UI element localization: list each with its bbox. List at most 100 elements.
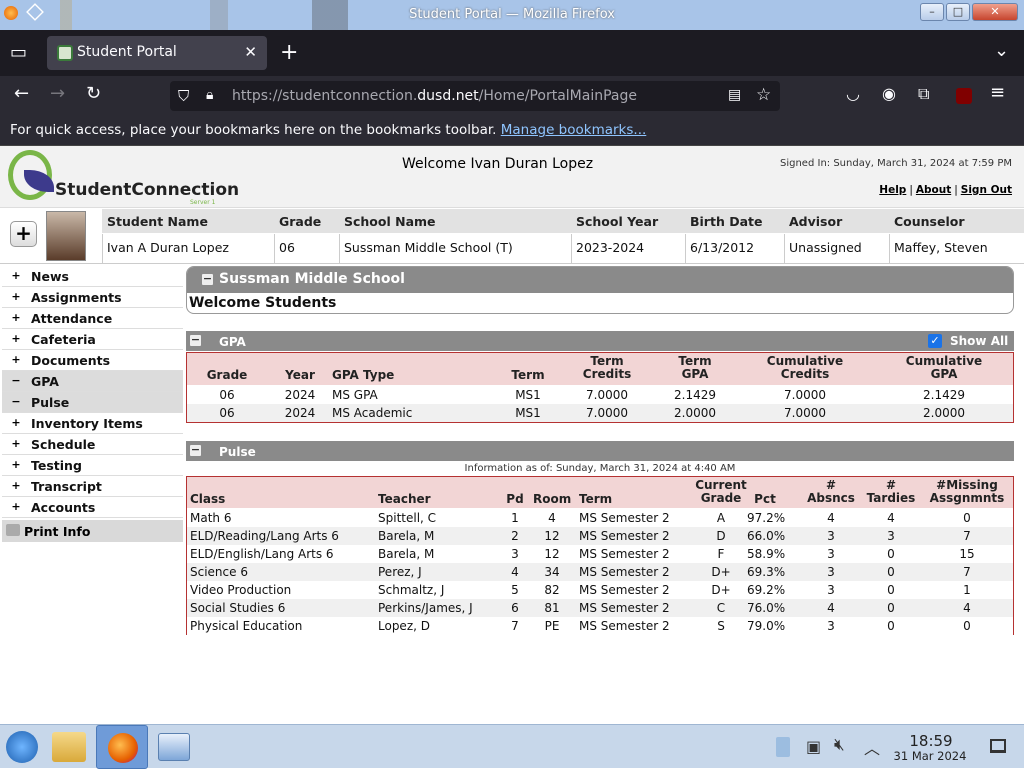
birth-date: 6/13/2012: [690, 240, 755, 255]
taskbar-firefox[interactable]: [96, 725, 148, 769]
nav-item-accounts[interactable]: + Accounts: [2, 497, 183, 518]
tab-label: Student Portal: [77, 44, 177, 60]
nav-item-testing[interactable]: + Testing: [2, 455, 183, 476]
tray-expand-icon[interactable]: ︿: [864, 735, 880, 759]
gpa-cell: 7.0000: [586, 406, 628, 420]
ublock-icon[interactable]: [956, 88, 972, 104]
pulse-cell: MS Semester 2: [579, 511, 670, 525]
nav-label: Schedule: [31, 437, 96, 452]
pulse-cell: Perkins/James, J: [378, 601, 473, 615]
pulse-cell: C: [716, 601, 726, 615]
nav-item-pulse[interactable]: − Pulse: [2, 392, 183, 413]
nav-item-assignments[interactable]: + Assignments: [2, 287, 183, 308]
collapse-gpa-icon[interactable]: −: [190, 334, 201, 346]
pulse-cell: 97.2%: [747, 511, 786, 525]
gpa-cell: 7.0000: [784, 388, 826, 402]
about-link[interactable]: About: [916, 184, 951, 196]
start-menu-icon[interactable]: [6, 731, 38, 763]
gpa-th: Year: [285, 368, 315, 382]
lock-icon[interactable]: 🔒︎: [206, 87, 213, 103]
col-school-name: School Name: [344, 214, 436, 229]
nav-item-schedule[interactable]: + Schedule: [2, 434, 183, 455]
collapse-pulse-icon[interactable]: −: [190, 444, 201, 456]
nav-item-news[interactable]: + News: [2, 266, 183, 287]
close-tab-icon[interactable]: ✕: [244, 43, 257, 61]
counselor: Maffey, Steven: [894, 240, 988, 255]
pulse-row: Physical Education Lopez, D 7 PE MS Semester…: [187, 617, 1013, 635]
pulse-cell: 58.9%: [747, 547, 786, 561]
new-tab-icon[interactable]: +: [280, 40, 298, 65]
left-nav: + News + Assignments + Attendance + Cafeteri…: [2, 266, 183, 542]
tab-student-portal[interactable]: Student Portal ✕: [47, 36, 267, 70]
collapse-school-icon[interactable]: −: [202, 273, 213, 285]
nav-item-gpa[interactable]: − GPA: [2, 371, 183, 392]
expand-icon: +: [11, 416, 21, 429]
pulse-cell: 6: [511, 601, 519, 615]
pulse-cell: 7: [963, 529, 971, 543]
nav-item-documents[interactable]: + Documents: [2, 350, 183, 371]
pulse-cell: ELD/Reading/Lang Arts 6: [190, 529, 339, 543]
help-link[interactable]: Help: [879, 184, 906, 196]
gpa-cell: 7.0000: [586, 388, 628, 402]
pulse-cell: Barela, M: [378, 547, 435, 561]
clipboard-icon[interactable]: [776, 737, 790, 757]
url-bar[interactable]: ⛉ 🔒︎ https://studentconnection.dusd.net/…: [170, 81, 780, 111]
list-tabs-chevron-icon[interactable]: ⌄: [994, 40, 1009, 61]
pulse-cell: D+: [711, 583, 731, 597]
pulse-cell: 3: [511, 547, 519, 561]
back-icon[interactable]: ←: [14, 83, 29, 104]
minimize-button[interactable]: –: [920, 3, 944, 21]
forward-icon[interactable]: →: [50, 83, 65, 104]
logo-subtext: Server 1: [190, 199, 216, 206]
gpa-cell: MS1: [515, 406, 541, 420]
pulse-cell: Lopez, D: [378, 619, 430, 633]
close-window-button[interactable]: ✕: [972, 3, 1018, 21]
taskbar: ▣ 🔇︎ ︿ 18:59 31 Mar 2024: [0, 724, 1024, 769]
bookmark-star-icon[interactable]: ☆: [756, 85, 771, 105]
expand-icon: +: [11, 290, 21, 303]
gpa-th: Term: [511, 368, 545, 382]
pulse-cell: 0: [887, 619, 895, 633]
show-all-checkbox[interactable]: ✓: [928, 334, 942, 348]
reader-view-icon[interactable]: ▤: [728, 87, 741, 103]
printer-icon: [6, 524, 20, 536]
gpa-cell: MS1: [515, 388, 541, 402]
nav-label: Testing: [31, 458, 82, 473]
gpa-table-header: Grade Year GPA Type Term Term Credits Te…: [187, 353, 1013, 385]
pulse-cell: 7: [963, 565, 971, 579]
clock-date[interactable]: 31 Mar 2024: [884, 749, 976, 763]
storage-icon[interactable]: ▣: [806, 737, 821, 756]
expand-icon: +: [11, 353, 21, 366]
extensions-icon[interactable]: ⧉: [918, 84, 929, 104]
url-text[interactable]: https://studentconnection.dusd.net/Home/…: [232, 88, 637, 104]
tab-overview-icon[interactable]: ▭: [10, 42, 27, 63]
nav-item-transcript[interactable]: + Transcript: [2, 476, 183, 497]
shield-icon[interactable]: ⛉: [178, 87, 189, 105]
hamburger-menu-icon[interactable]: ≡: [990, 82, 1005, 103]
page-content: StudentConnection Server 1 Welcome Ivan …: [0, 146, 1024, 688]
pulse-th: # Absncs: [807, 478, 855, 505]
system-settings-icon[interactable]: [158, 733, 190, 761]
reload-icon[interactable]: ↻: [86, 83, 101, 104]
print-info-button[interactable]: Print Info: [2, 520, 183, 542]
pulse-cell: 76.0%: [747, 601, 786, 615]
pocket-icon[interactable]: ◡: [846, 84, 860, 103]
bookmarks-hint: For quick access, place your bookmarks h…: [10, 122, 497, 138]
pulse-cell: S: [717, 619, 725, 633]
show-desktop-icon[interactable]: [990, 739, 1006, 753]
gpa-row: 06 2024 MS Academic MS1 7.0000 2.0000 7.…: [187, 404, 1013, 422]
account-icon[interactable]: ◉: [882, 84, 896, 103]
nav-item-attendance[interactable]: + Attendance: [2, 308, 183, 329]
volume-muted-icon[interactable]: 🔇︎: [834, 735, 845, 755]
manage-bookmarks-link[interactable]: Manage bookmarks...: [501, 122, 647, 138]
sign-out-link[interactable]: Sign Out: [961, 184, 1012, 196]
clock-time[interactable]: 18:59: [906, 732, 956, 750]
pulse-cell: Perez, J: [378, 565, 422, 579]
gpa-th: GPA Type: [332, 368, 395, 382]
file-manager-icon[interactable]: [52, 732, 86, 762]
add-student-button[interactable]: +: [10, 221, 37, 247]
nav-item-cafeteria[interactable]: + Cafeteria: [2, 329, 183, 350]
maximize-button[interactable]: □: [946, 3, 970, 21]
nav-item-inventory-items[interactable]: + Inventory Items: [2, 413, 183, 434]
pulse-row: Video Production Schmaltz, J 5 82 MS Semeste…: [187, 581, 1013, 599]
